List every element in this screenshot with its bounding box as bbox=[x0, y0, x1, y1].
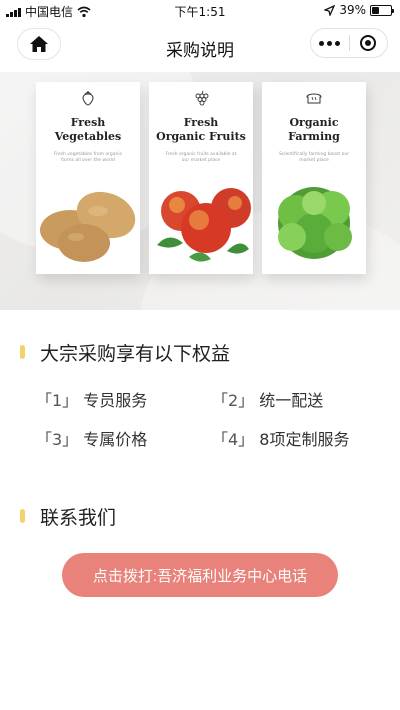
banner-card-fruits: Fresh Organic Fruits Fresh organic fruits… bbox=[149, 82, 253, 274]
location-arrow-icon bbox=[324, 4, 336, 16]
nav-bar: 采购说明 bbox=[0, 20, 400, 72]
contact-section-header: 联系我们 bbox=[0, 503, 400, 529]
banner-card-farming: Organic Farming Scientifically farming bo… bbox=[262, 82, 366, 274]
benefit-item-2: 「2」 统一配送 bbox=[212, 391, 324, 410]
benefit-item-1: 「1」 专员服务 bbox=[36, 391, 148, 410]
more-dots-icon bbox=[319, 40, 341, 46]
call-button[interactable]: 点击拨打:吾济福利业务中心电话 bbox=[62, 553, 338, 597]
card-title: Fresh Vegetables bbox=[54, 116, 122, 143]
benefit-item-3: 「3」 专属价格 bbox=[36, 430, 148, 449]
status-bar: 中国电信 下午1:51 39% bbox=[0, 0, 400, 20]
section-accent-bar bbox=[20, 345, 25, 359]
card-subtitle: Fresh vegetables from organic farms all … bbox=[53, 152, 123, 163]
banner-card-vegetables: Fresh Vegetables Fresh vegetables from or… bbox=[36, 82, 140, 274]
section-accent-bar bbox=[20, 509, 25, 523]
card-title: Fresh Organic Fruits bbox=[156, 116, 246, 143]
lettuce-image bbox=[278, 187, 352, 259]
card-subtitle: Fresh organic fruits available at our ma… bbox=[165, 152, 237, 163]
close-mini-program-button[interactable] bbox=[350, 29, 388, 57]
grapes-icon bbox=[195, 90, 209, 106]
bread-icon bbox=[306, 93, 322, 104]
card-title: Organic Farming bbox=[288, 116, 340, 143]
contact-title: 联系我们 bbox=[40, 507, 117, 529]
strawberry-icon bbox=[82, 91, 94, 106]
battery-icon bbox=[370, 4, 394, 16]
battery-percent: 39% bbox=[339, 3, 366, 17]
target-circle-icon bbox=[360, 35, 377, 51]
benefit-item-4: 「4」 8项定制服务 bbox=[212, 430, 350, 449]
card-subtitle: Scientifically farming boost our market … bbox=[278, 152, 350, 163]
potatoes-image bbox=[40, 191, 136, 262]
benefits-title: 大宗采购享有以下权益 bbox=[40, 343, 231, 365]
mini-program-capsule bbox=[310, 28, 388, 58]
peaches-image bbox=[157, 188, 251, 262]
benefits-section-header: 大宗采购享有以下权益 bbox=[0, 339, 400, 365]
banner-image: Fresh Vegetables Fresh vegetables from or… bbox=[0, 72, 400, 310]
more-button[interactable] bbox=[311, 29, 349, 57]
